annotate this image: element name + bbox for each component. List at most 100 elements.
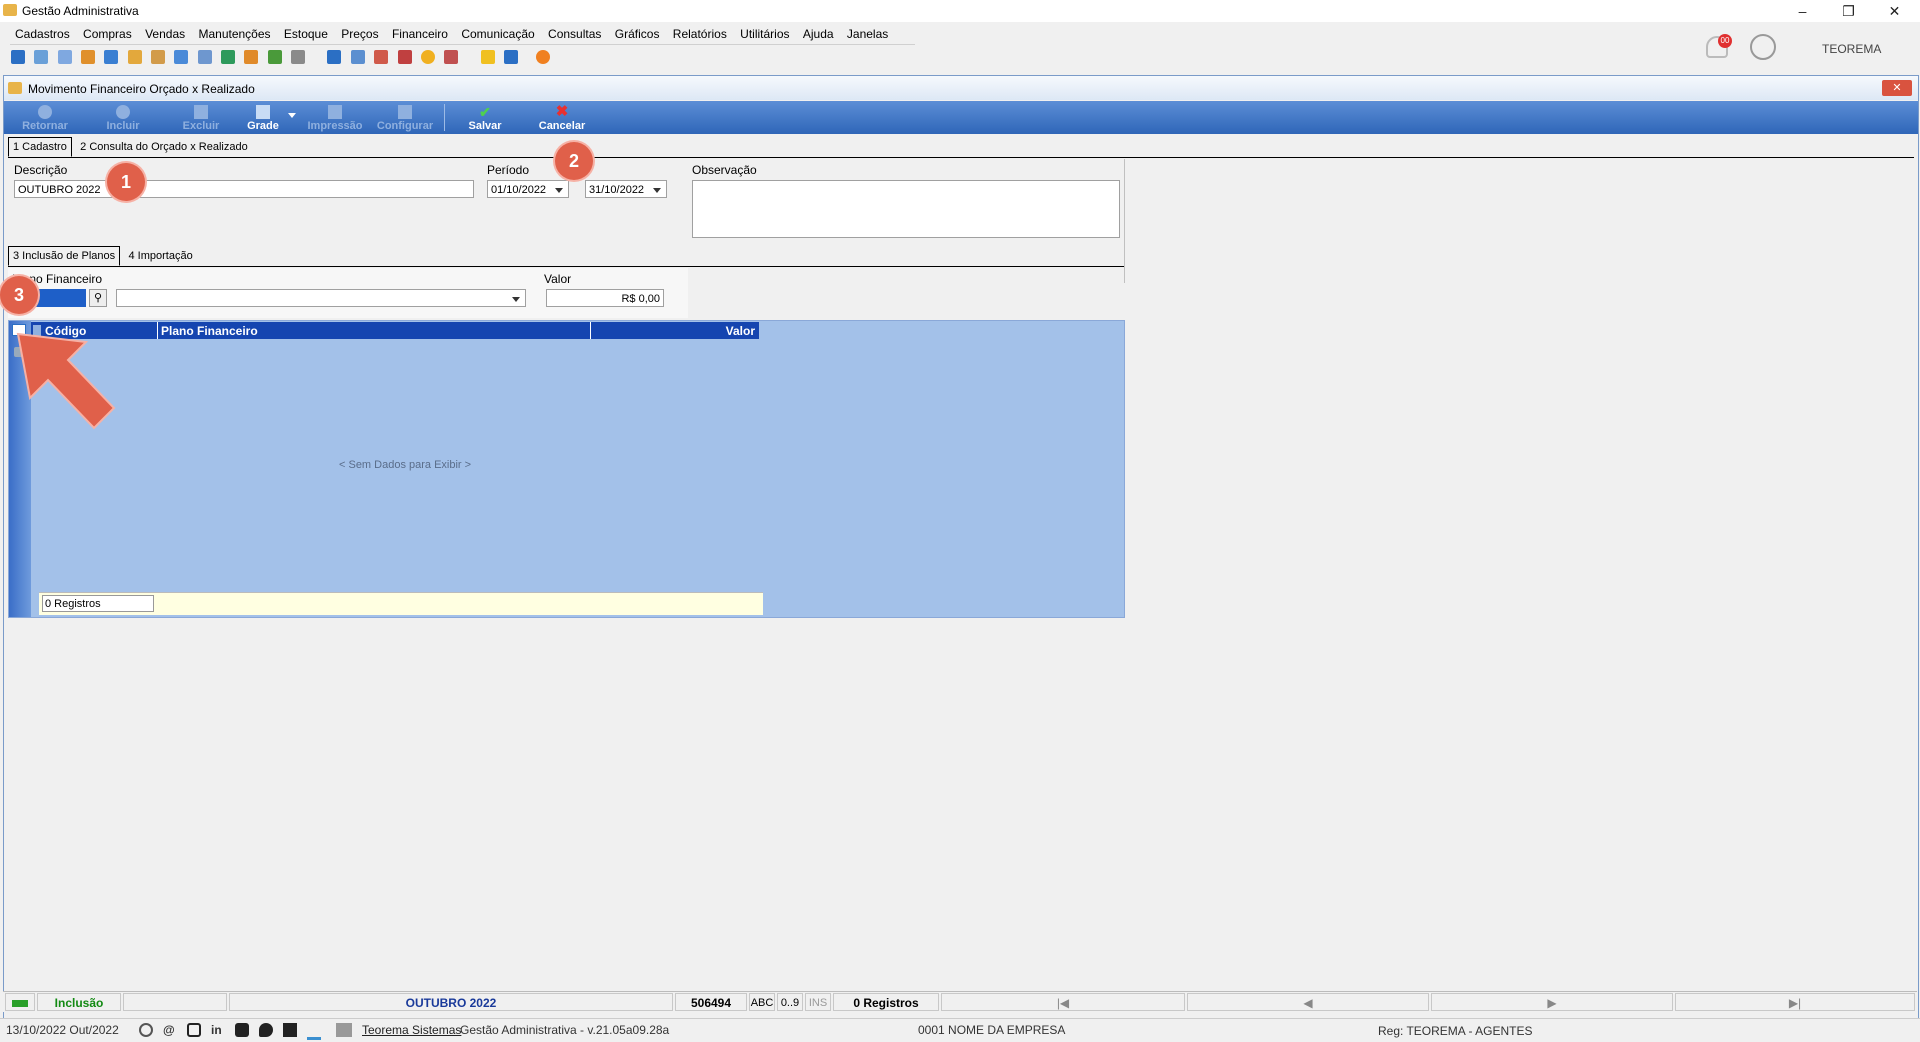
grade-button[interactable]: Grade [232,103,294,132]
new-document-icon[interactable] [11,50,25,64]
restore-button[interactable]: ❐ [1826,0,1871,22]
menu-janelas[interactable]: Janelas [842,24,893,44]
menu-utilitarios[interactable]: Utilitários [735,24,794,44]
menu-financeiro[interactable]: Financeiro [387,24,453,44]
status-abc: ABC [749,993,775,1011]
table-icon[interactable] [197,50,212,64]
tree-icon[interactable] [81,50,96,64]
menu-consultas[interactable]: Consultas [543,24,606,44]
document-close-button[interactable]: ✕ [1882,80,1912,96]
column-valor[interactable]: Valor [726,324,755,338]
support-icon[interactable] [139,1023,153,1037]
twitter-icon[interactable] [259,1023,273,1037]
tab-importacao[interactable]: 4 Importação [123,246,197,266]
clock-icon[interactable] [420,50,435,64]
plano-financeiro-select[interactable] [116,289,526,307]
menu-relatorios[interactable]: Relatórios [668,24,732,44]
grade-dropdown-icon[interactable] [288,113,296,118]
youtube-icon[interactable] [235,1023,249,1037]
tab-consulta[interactable]: 2 Consulta do Orçado x Realizado [75,137,253,157]
menu-compras[interactable]: Compras [78,24,137,44]
periodo-end-date[interactable]: 31/10/2022 [585,180,667,198]
printer-icon[interactable] [291,50,306,64]
document-title-bar: Movimento Financeiro Orçado x Realizado … [4,76,1918,100]
facebook-icon[interactable] [283,1023,297,1037]
menu-precos[interactable]: Preços [336,24,383,44]
salvar-button[interactable]: ✔ Salvar [454,103,516,132]
menu-ajuda[interactable]: Ajuda [798,24,839,44]
linkedin-icon[interactable]: in [211,1023,225,1037]
menu-graficos[interactable]: Gráficos [610,24,665,44]
periodo-start-date[interactable]: 01/10/2022 [487,180,569,198]
list-icon[interactable] [57,50,72,64]
minimize-button[interactable]: – [1780,0,1825,22]
user-icon[interactable] [151,50,166,64]
quick-toolbar [8,46,688,70]
document-title: Movimento Financeiro Orçado x Realizado [28,82,255,96]
nav-next-button[interactable]: ▶ [1431,993,1673,1011]
close-button[interactable]: ✕ [1872,0,1917,22]
menu-vendas[interactable]: Vendas [140,24,190,44]
excluir-label: Excluir [182,120,220,132]
footer-empresa: 0001 NOME DA EMPRESA [918,1023,1066,1037]
info-icon[interactable] [503,50,518,64]
return-icon [38,105,52,119]
grade-label: Grade [247,120,279,132]
footer-version: Gestão Administrativa - v.21.05a09.28a [460,1023,670,1037]
recycle-icon[interactable] [267,50,282,64]
calculator-icon[interactable] [350,50,365,64]
retornar-button[interactable]: Retornar [14,103,76,132]
cancelar-button[interactable]: ✖ Cancelar [531,103,593,132]
x-icon: ✖ [555,103,569,120]
document-icon [8,82,22,94]
box-icon[interactable] [127,50,142,64]
nav-last-button[interactable]: ▶| [1675,993,1915,1011]
nav-prev-button[interactable]: ◀ [1187,993,1429,1011]
doc-icon[interactable] [104,50,119,64]
people-icon[interactable] [34,50,49,64]
email-icon[interactable]: @ [163,1023,177,1037]
avatar[interactable] [1750,34,1776,60]
grid-icon[interactable] [327,50,342,64]
main-tabs: 1 Cadastro 2 Consulta do Orçado x Realiz… [8,137,1914,158]
search-icon[interactable]: ⚲ [89,289,107,307]
user-area: 00 TEOREMA [1670,28,1920,68]
app-title: Gestão Administrativa [22,4,139,18]
incluir-button[interactable]: Incluir [92,103,154,132]
step-badge-3: 3 [0,276,38,314]
calendar-30-icon[interactable] [374,50,389,64]
report-icon[interactable] [444,50,459,64]
instagram-icon[interactable] [187,1023,201,1037]
menu-manutencoes[interactable]: Manutenções [193,24,275,44]
footer-social-icons: @ in [134,1019,326,1040]
status-digits: 0..9 [777,993,803,1011]
menu-estoque[interactable]: Estoque [279,24,333,44]
grid-header: Código Plano Financeiro Valor [31,322,759,339]
impressao-button[interactable]: Impressão [304,103,366,132]
menu-cadastros[interactable]: Cadastros [10,24,75,44]
observacao-label: Observação [692,163,757,177]
tag-icon[interactable] [244,50,259,64]
grid-icon [256,105,270,119]
settings-icon [398,105,412,119]
valor-input[interactable]: R$ 0,00 [546,289,664,307]
app-logo-icon [3,4,17,16]
entry-panel: Plano Financeiro ⚲ Valor R$ 0,00 [8,268,688,318]
star-icon[interactable] [480,50,495,64]
observacao-textarea[interactable] [692,180,1120,238]
tab-cadastro[interactable]: 1 Cadastro [8,137,72,157]
check-icon: ✔ [479,104,491,120]
excluir-button[interactable]: Excluir [170,103,232,132]
periodo-label: Período [487,163,530,177]
tab-inclusao-planos[interactable]: 3 Inclusão de Planos [8,246,121,266]
money-icon[interactable] [397,50,412,64]
menu-comunicacao[interactable]: Comunicação [456,24,539,44]
calendar-icon[interactable] [174,50,189,64]
column-plano-financeiro[interactable]: Plano Financeiro [161,324,258,338]
power-icon[interactable] [536,50,551,64]
nav-first-button[interactable]: |◀ [941,993,1185,1011]
company-link[interactable]: Teorema Sistemas [362,1023,461,1037]
configurar-button[interactable]: Configurar [374,103,436,132]
cart-icon[interactable] [221,50,236,64]
descricao-input[interactable]: OUTUBRO 2022 [14,180,474,198]
